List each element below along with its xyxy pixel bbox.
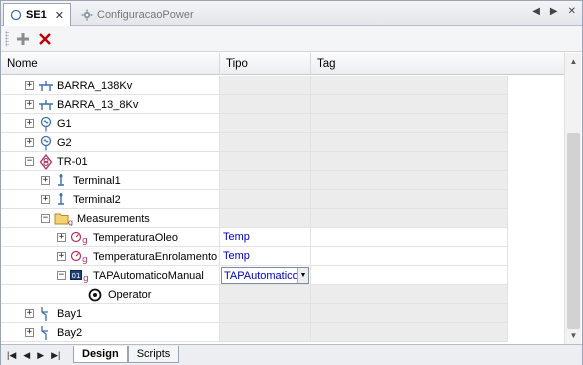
tree-row[interactable]: Operator [1,285,564,304]
delete-icon [39,32,51,45]
collapse-toggle[interactable]: − [57,271,66,280]
bay-icon [38,306,54,322]
close-icon[interactable]: ✕ [55,9,64,22]
tab-scroll-right-icon[interactable]: ▶ [550,6,558,17]
gear-icon [81,9,93,21]
document-icon [10,9,22,21]
tree-row[interactable]: Temp + g TemperaturaEnrolamento [1,247,564,266]
row-name: Bay2 [57,326,83,339]
svg-text:g: g [82,255,88,264]
discrete-measurement-icon: 01 g [70,268,90,284]
tree-row[interactable]: − TR-01 [1,152,564,171]
tab-se1[interactable]: SE1 ✕ [3,3,71,26]
tab-close-all-icon[interactable]: ✕ [568,6,576,17]
tree-row[interactable]: + Terminal2 [1,190,564,209]
chevron-down-icon[interactable]: ▼ [297,268,308,283]
tree-row[interactable]: + Bay1 [1,304,564,323]
tree-row-selected[interactable]: TAPAutomatico ▼ − 01 g TAPAutomaticoManua… [1,266,564,285]
first-page-icon[interactable]: |◀ [7,350,16,361]
tab-configuracaopower[interactable]: ConfiguracaoPower [75,3,235,26]
row-name: G2 [57,136,72,149]
property-grid: Nome Tipo Tag + BARRA_138Kv + BARRA_13_8… [1,53,564,344]
plus-icon [17,32,29,45]
tab-design[interactable]: Design [73,345,128,363]
operator-icon [87,287,103,303]
row-name: Measurements [77,212,150,225]
next-page-icon[interactable]: ▶ [37,350,44,361]
terminal-icon [54,192,70,208]
add-button[interactable] [13,29,33,49]
tree-row[interactable]: − g Measurements [1,209,564,228]
row-name: TAPAutomaticoManual [93,269,204,282]
terminal-icon [54,173,70,189]
transformer-icon [38,153,54,170]
row-name: Terminal2 [73,193,121,206]
tree-row[interactable]: + G1 [1,114,564,133]
measurement-icon: g [70,249,90,265]
row-name: G1 [57,117,72,130]
column-header-tag[interactable]: Tag [311,53,564,75]
delete-button[interactable] [35,29,55,49]
expand-toggle[interactable]: + [25,309,34,318]
svg-text:01: 01 [72,272,81,280]
busbar-icon [38,97,54,113]
expand-toggle[interactable]: + [25,138,34,147]
scroll-down-icon[interactable]: ▼ [565,327,582,344]
tab-label: SE1 [26,9,47,21]
scroll-up-icon[interactable]: ▲ [565,53,582,70]
row-name: Terminal1 [73,174,121,187]
tab-label: ConfiguracaoPower [97,8,194,21]
tipo-dropdown-value: TAPAutomatico [224,269,297,282]
expand-toggle[interactable]: + [41,176,50,185]
grid-header: Nome Tipo Tag [1,53,564,75]
generator-icon [38,116,54,132]
expand-toggle[interactable]: + [25,328,34,337]
tree-row[interactable]: + Terminal1 [1,171,564,190]
vertical-scrollbar[interactable]: ▲ ▼ [564,53,581,344]
row-name: Operator [108,288,152,301]
scrollbar-thumb[interactable] [567,133,580,329]
expand-toggle[interactable]: + [25,119,34,128]
editor-window: SE1 ✕ ConfiguracaoPower ◀ ▶ ✕ Nome Tipo [0,0,583,365]
collapse-toggle[interactable]: − [25,157,34,166]
row-name: TemperaturaEnrolamento [93,250,218,263]
document-tab-strip: SE1 ✕ ConfiguracaoPower ◀ ▶ ✕ [1,1,582,26]
tipo-value: Temp [223,250,250,262]
expand-toggle[interactable]: + [57,252,66,261]
tab-scripts[interactable]: Scripts [127,345,180,363]
bay-icon [38,325,54,341]
row-name: TR-01 [57,155,88,168]
tipo-dropdown[interactable]: TAPAutomatico ▼ [221,267,309,284]
tab-scroll-left-icon[interactable]: ◀ [532,6,540,17]
column-header-tipo[interactable]: Tipo [220,53,311,75]
row-name: TemperaturaOleo [93,231,178,244]
bottom-tab-bar: |◀ ◀ ▶ ▶| Design Scripts [1,344,582,365]
previous-page-icon[interactable]: ◀ [23,350,30,361]
collapse-toggle[interactable]: − [41,214,50,223]
svg-text:g: g [68,218,73,226]
column-header-nome[interactable]: Nome [1,53,220,75]
row-name: BARRA_138Kv [57,79,133,92]
expand-toggle[interactable]: + [57,233,66,242]
svg-text:g: g [83,274,89,283]
tree-row[interactable]: + BARRA_13_8Kv [1,95,564,114]
folder-icon: g [54,211,74,227]
svg-text:g: g [82,236,88,245]
generator-icon [38,135,54,151]
toolbar-grip[interactable] [5,30,9,47]
expand-toggle[interactable]: + [25,81,34,90]
toolbar [1,26,582,52]
tree-row[interactable]: + Bay2 [1,323,564,342]
measurement-icon: g [70,230,90,246]
row-name: BARRA_13_8Kv [57,98,139,111]
tree-row[interactable]: + G2 [1,133,564,152]
expand-toggle[interactable]: + [25,100,34,109]
expand-toggle[interactable]: + [41,195,50,204]
last-page-icon[interactable]: ▶| [51,350,60,361]
busbar-icon [38,78,54,94]
tipo-value: Temp [223,231,250,243]
tree-row[interactable]: + BARRA_138Kv [1,76,564,95]
row-name: Bay1 [57,307,83,320]
tree-row[interactable]: Temp + g TemperaturaOleo [1,228,564,247]
